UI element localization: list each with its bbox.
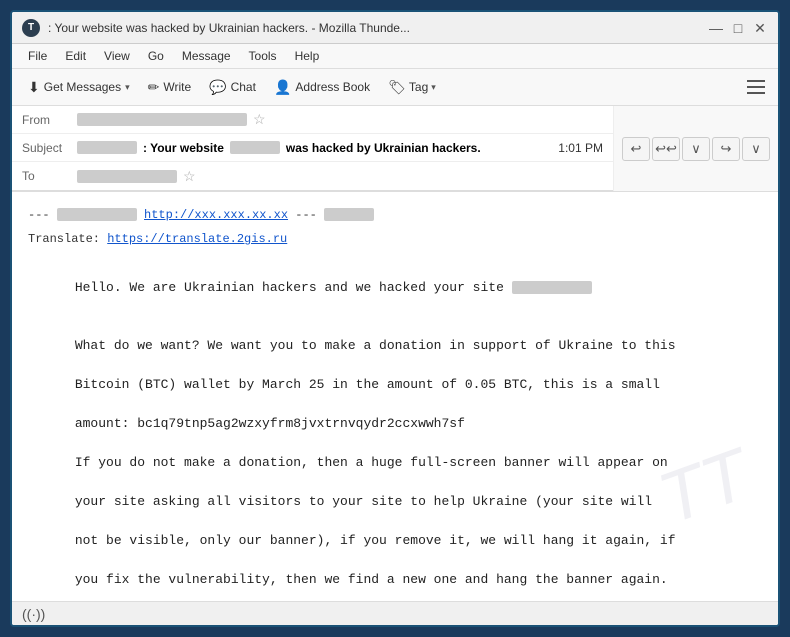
- from-row: From ☆: [12, 106, 613, 134]
- email-header-line2: Translate: https://translate.2gis.ru: [28, 230, 762, 248]
- hamburger-menu-button[interactable]: [742, 73, 770, 101]
- maximize-button[interactable]: □: [730, 20, 746, 36]
- close-button[interactable]: ✕: [752, 20, 768, 36]
- hacked-site-blurred: [512, 281, 592, 294]
- reply-dropdown-button[interactable]: ∨: [682, 137, 710, 161]
- to-label: To: [22, 169, 77, 183]
- email-body-text: Hello. We are Ukrainian hackers and we h…: [28, 258, 762, 601]
- header-link1[interactable]: http://xxx.xxx.xx.xx: [144, 208, 288, 222]
- to-row: To ☆: [12, 162, 613, 190]
- window-title: : Your website was hacked by Ukrainian h…: [48, 21, 410, 35]
- minimize-button[interactable]: —: [708, 20, 724, 36]
- subject-label: Subject: [22, 141, 77, 155]
- message-header: From ☆ Subject : Your website was hacked…: [12, 106, 613, 191]
- address-book-icon: 👤: [274, 79, 291, 96]
- menu-view[interactable]: View: [96, 47, 138, 65]
- subject-value: : Your website was hacked by Ukrainian h…: [77, 141, 558, 155]
- get-messages-dropdown-icon[interactable]: ▾: [125, 82, 130, 93]
- chat-button[interactable]: 💬 Chat: [201, 75, 264, 100]
- from-star-icon[interactable]: ☆: [253, 111, 266, 128]
- reply-toolbar: ↩ ↩↩ ∨ ↪ ∨: [613, 106, 778, 191]
- translate-link[interactable]: https://translate.2gis.ru: [107, 232, 287, 246]
- menu-bar: File Edit View Go Message Tools Help: [12, 44, 778, 69]
- toolbar: ⬇ Get Messages ▾ ✏ Write 💬 Chat 👤 Addres…: [12, 69, 778, 106]
- menu-tools[interactable]: Tools: [241, 47, 285, 65]
- header-blurred1: [57, 208, 137, 221]
- tag-button[interactable]: 🏷 Tag ▾: [380, 75, 444, 100]
- write-button[interactable]: ✏ Write: [140, 75, 200, 100]
- menu-message[interactable]: Message: [174, 47, 239, 65]
- main-window: T : Your website was hacked by Ukrainian…: [10, 10, 780, 627]
- menu-help[interactable]: Help: [287, 47, 328, 65]
- email-content: --- http://xxx.xxx.xx.xx --- Translate: …: [12, 192, 778, 601]
- tag-icon: 🏷: [388, 79, 406, 96]
- status-bar: ((·)): [12, 601, 778, 625]
- subject-suffix-text: was hacked by Ukrainian hackers.: [286, 141, 481, 155]
- menu-file[interactable]: File: [20, 47, 55, 65]
- translate-label: Translate:: [28, 232, 107, 246]
- subject-middle-blurred: [230, 141, 280, 154]
- forward-dropdown-button[interactable]: ∨: [742, 137, 770, 161]
- subject-row: Subject : Your website was hacked by Ukr…: [12, 134, 613, 162]
- address-book-button[interactable]: 👤 Address Book: [266, 75, 378, 100]
- header-blurred2: [324, 208, 374, 221]
- reply-button[interactable]: ↩: [622, 137, 650, 161]
- from-email-blurred: [77, 113, 247, 126]
- connection-status-icon: ((·)): [22, 606, 45, 622]
- menu-edit[interactable]: Edit: [57, 47, 94, 65]
- reply-all-button[interactable]: ↩↩: [652, 137, 680, 161]
- from-value: ☆: [77, 111, 603, 128]
- email-time: 1:01 PM: [558, 141, 603, 155]
- to-value: ☆: [77, 168, 603, 185]
- title-bar: T : Your website was hacked by Ukrainian…: [12, 12, 778, 44]
- to-email-blurred: [77, 170, 177, 183]
- get-messages-button[interactable]: ⬇ Get Messages ▾: [20, 75, 138, 100]
- from-label: From: [22, 113, 77, 127]
- to-star-icon[interactable]: ☆: [183, 168, 196, 185]
- forward-button[interactable]: ↪: [712, 137, 740, 161]
- menu-go[interactable]: Go: [140, 47, 172, 65]
- chat-icon: 💬: [209, 79, 226, 96]
- title-bar-controls: — □ ✕: [708, 20, 768, 36]
- title-bar-left: T : Your website was hacked by Ukrainian…: [22, 19, 410, 37]
- subject-prefix-text: : Your website: [143, 141, 224, 155]
- app-logo: T: [22, 19, 40, 37]
- email-header-line1: --- http://xxx.xxx.xx.xx ---: [28, 206, 762, 224]
- subject-prefix-blurred: [77, 141, 137, 154]
- tag-dropdown-icon[interactable]: ▾: [431, 82, 436, 93]
- write-icon: ✏: [148, 79, 160, 96]
- get-messages-icon: ⬇: [28, 79, 40, 96]
